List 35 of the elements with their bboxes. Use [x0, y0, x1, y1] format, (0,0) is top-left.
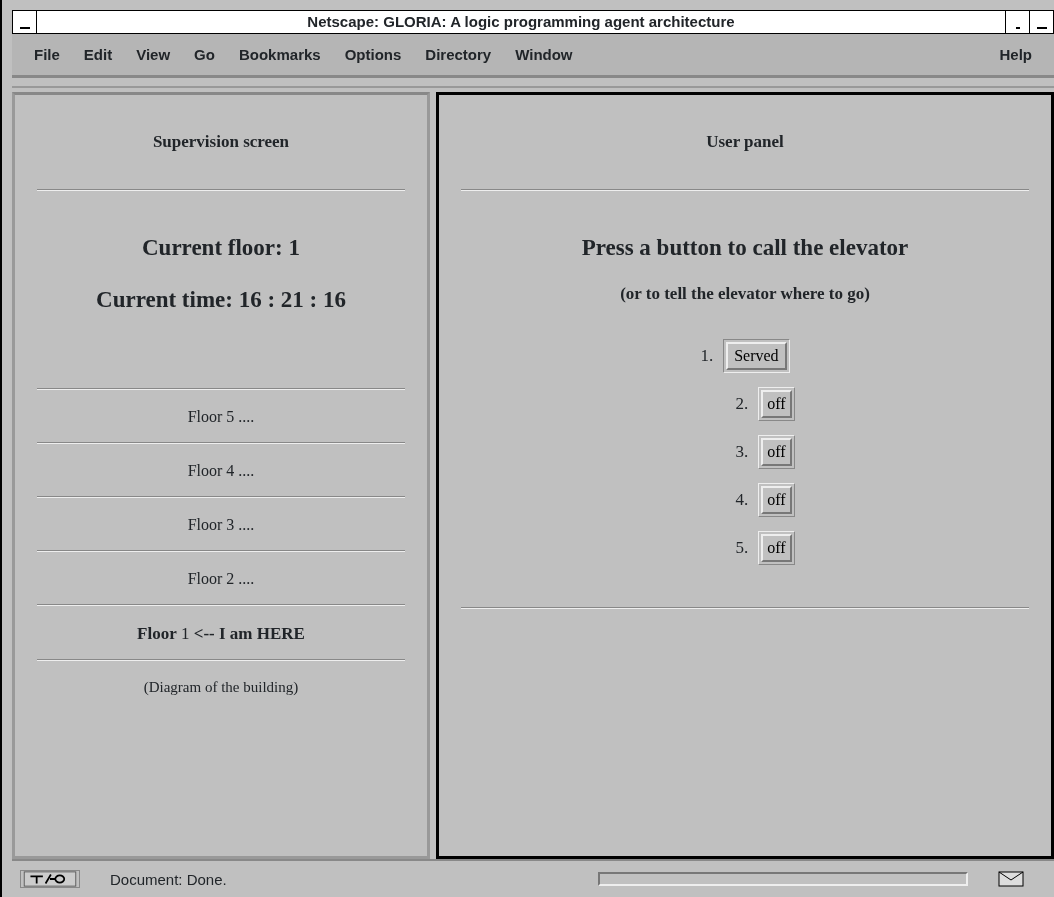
floor-number: 5. [735, 536, 749, 559]
floor-number: 2. [735, 392, 749, 415]
status-text: Document: Done. [110, 870, 227, 888]
security-icon[interactable] [20, 870, 80, 888]
call-button[interactable]: off [761, 485, 792, 514]
panel-title: Press a button to call the elevator [581, 233, 909, 262]
floor-label: Floor 2 .... [187, 568, 255, 589]
menu-item[interactable]: Window [503, 46, 585, 63]
menu-item[interactable]: Bookmarks [226, 46, 333, 63]
floor-label: Floor 5 .... [187, 406, 255, 427]
floor-label: Floor 1 <-- I am HERE [137, 622, 305, 645]
menu-item[interactable]: Help [987, 46, 1044, 63]
menu-item[interactable]: Options [332, 46, 414, 63]
diagram-caption: (Diagram of the building) [143, 678, 299, 697]
floor-number: 4. [735, 488, 749, 511]
floor-label: Floor 4 .... [187, 460, 255, 481]
menu-item[interactable]: Edit [71, 46, 125, 63]
mail-icon[interactable] [998, 871, 1024, 887]
floor-label: Floor 3 .... [187, 514, 255, 535]
call-button[interactable]: off [761, 437, 792, 466]
menu-item[interactable]: Directory [413, 46, 504, 63]
time-readout: Current time: 16 : 21 : 16 [96, 286, 346, 314]
call-button[interactable]: Served [726, 341, 787, 370]
frame-heading: Supervision screen [152, 131, 290, 153]
menu-item[interactable]: File [22, 46, 72, 63]
call-button[interactable]: off [761, 533, 792, 562]
floor-readout: Current floor: 1 [142, 233, 300, 262]
frame-heading: User panel [706, 131, 784, 153]
floor-number: 3. [735, 440, 749, 463]
menu-item[interactable]: View [124, 46, 183, 63]
floor-number: 1. [700, 344, 714, 367]
window-title: Netscape: GLORIA: A logic programming agent architecture [306, 12, 736, 32]
menu-item[interactable]: Go [182, 46, 227, 63]
call-button[interactable]: off [761, 389, 792, 418]
panel-subtitle: (or to tell the elevator where to go) [620, 283, 870, 305]
